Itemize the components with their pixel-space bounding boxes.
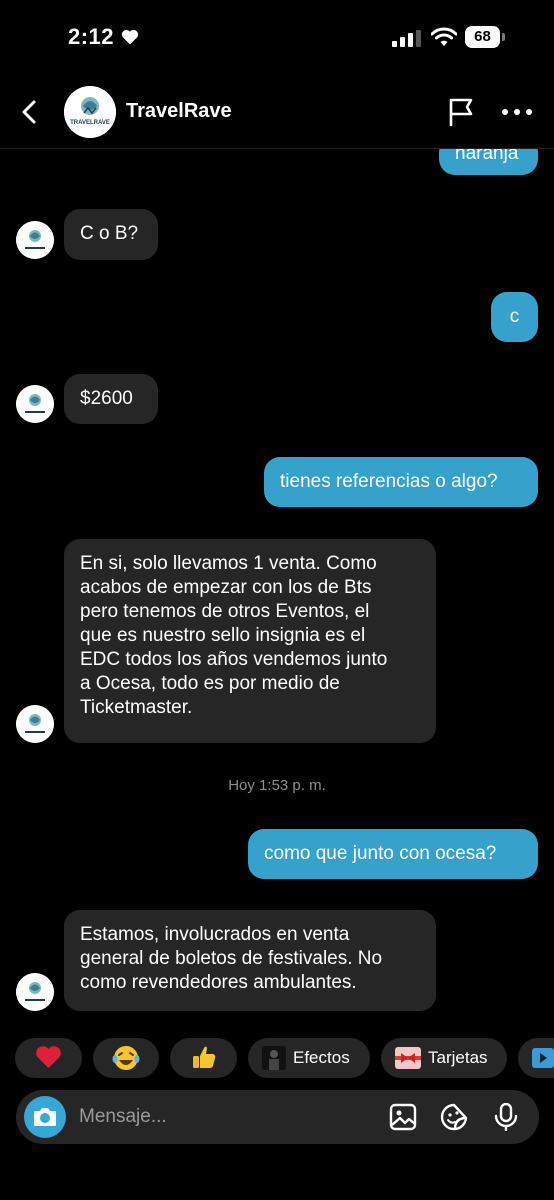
message-text: $2600: [80, 388, 133, 409]
chip-effects[interactable]: Efectos: [248, 1038, 370, 1078]
play-thumbnail-icon: [532, 1048, 554, 1068]
avatar[interactable]: [16, 385, 54, 423]
travelrave-logo-icon: [16, 973, 54, 1011]
incoming-message[interactable]: En si, solo llevamos 1 venta. Como acabo…: [64, 539, 436, 743]
wifi-icon: [431, 27, 457, 47]
incoming-message[interactable]: Estamos, involucrados en venta general d…: [64, 910, 436, 1011]
status-time: 2:12: [68, 24, 115, 49]
message-text: como que junto con ocesa?: [264, 843, 497, 864]
status-bar: 2:12 68: [0, 0, 554, 80]
chat-title[interactable]: TravelRave: [126, 100, 232, 123]
gallery-icon[interactable]: [389, 1103, 417, 1131]
chip-thumbs-up[interactable]: [170, 1038, 237, 1078]
message-line: que es nuestro sello insignia es el: [80, 625, 366, 646]
message-line: pero tenemos de otros Eventos, el: [80, 601, 370, 622]
camera-button[interactable]: [24, 1096, 66, 1138]
incoming-message[interactable]: C o B?: [64, 209, 158, 260]
avatar[interactable]: [16, 221, 54, 259]
message-text: C o B?: [80, 223, 139, 244]
flag-icon[interactable]: [445, 96, 477, 128]
chip-effects-label: Efectos: [293, 1048, 350, 1067]
message-text: c: [509, 306, 520, 327]
travelrave-logo-icon: [16, 221, 54, 259]
avatar[interactable]: [16, 973, 54, 1011]
avatar[interactable]: [16, 705, 54, 743]
message-line: a Ocesa, todo es por medio de: [80, 673, 340, 694]
message-line: Estamos, involucrados en venta: [80, 924, 350, 945]
message-line: como revendedores ambulantes.: [80, 972, 357, 993]
battery-icon: 68: [465, 26, 505, 48]
quick-reactions-bar[interactable]: Efectos Tarjetas: [0, 1038, 554, 1080]
heart-icon: [120, 27, 140, 47]
message-timestamp: Hoy 1:53 p. m.: [228, 777, 326, 794]
message-line: acabos de empezar con los de Bts: [80, 577, 372, 598]
message-text: tienes referencias o algo?: [280, 471, 498, 492]
outgoing-message[interactable]: como que junto con ocesa?: [248, 829, 538, 879]
message-line: En si, solo llevamos 1 venta. Como: [80, 553, 377, 574]
microphone-icon[interactable]: [492, 1103, 520, 1131]
chat-header: TRAVELRAVE TravelRave: [0, 80, 554, 149]
message-line: EDC todos los años vendemos junto: [80, 649, 388, 670]
message-composer: Mensaje...: [16, 1090, 539, 1144]
outgoing-message[interactable]: naranja: [439, 149, 538, 175]
chip-cards-label: Tarjetas: [428, 1048, 488, 1067]
travelrave-logo-icon: [64, 86, 116, 138]
incoming-message[interactable]: $2600: [64, 374, 158, 424]
avatar[interactable]: TRAVELRAVE: [64, 86, 116, 138]
message-input[interactable]: Mensaje...: [79, 1106, 167, 1128]
battery-level: 68: [465, 26, 500, 48]
chip-laugh[interactable]: [93, 1038, 159, 1078]
effects-thumbnail-icon: [262, 1046, 286, 1070]
avatar-text: TRAVELRAVE: [70, 120, 110, 126]
red-heart-icon: [36, 1046, 61, 1068]
chip-more[interactable]: [518, 1038, 554, 1078]
cellular-signal-icon: [392, 30, 422, 47]
back-arrow-icon[interactable]: [16, 98, 42, 126]
travelrave-logo-icon: [16, 705, 54, 743]
message-line: Ticketmaster.: [80, 697, 193, 718]
outgoing-message[interactable]: tienes referencias o algo?: [264, 457, 538, 507]
outgoing-message[interactable]: c: [491, 292, 538, 342]
chip-heart[interactable]: [15, 1038, 82, 1078]
laughing-emoji-icon: [112, 1046, 140, 1070]
travelrave-logo-icon: [16, 385, 54, 423]
chip-cards[interactable]: Tarjetas: [381, 1038, 507, 1078]
more-options-icon[interactable]: [500, 106, 536, 118]
card-thumbnail-icon: [395, 1047, 421, 1069]
sticker-icon[interactable]: [440, 1103, 468, 1131]
message-list[interactable]: naranja C o B? c $2600 tienes referencia…: [0, 149, 554, 1029]
camera-icon: [34, 1108, 56, 1126]
message-line: general de boletos de festivales. No: [80, 948, 383, 969]
thumbs-up-icon: [193, 1046, 216, 1068]
message-text: naranja: [455, 149, 519, 164]
